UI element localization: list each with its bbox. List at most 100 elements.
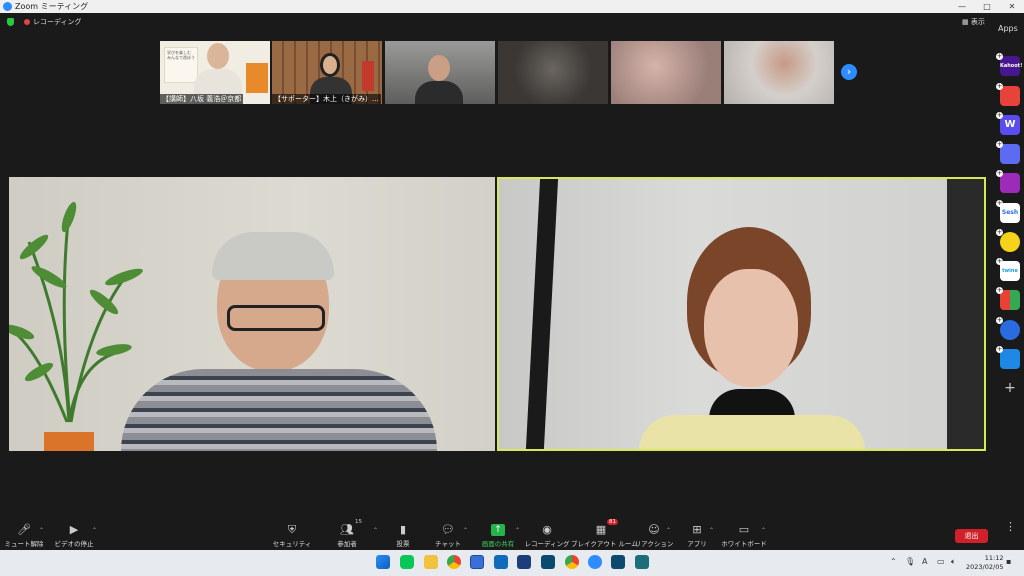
add-app-plus-icon[interactable]: + <box>996 258 1003 265</box>
security-label: セキュリティ <box>272 540 312 548</box>
recording-status[interactable]: レコーディング <box>33 17 82 27</box>
participants-count: 15 <box>355 519 362 525</box>
add-app-plus-icon[interactable]: + <box>996 170 1003 177</box>
tray-chevron-icon[interactable]: ⌃ <box>890 557 897 566</box>
taskbar-clock[interactable]: 11:12 2023/02/05 <box>966 554 1003 572</box>
video-options-chevron-icon[interactable]: ⌃ <box>92 527 97 534</box>
bar-chart-icon: ▮ <box>399 523 407 536</box>
terminal-app-icon[interactable] <box>541 555 555 569</box>
view-button[interactable]: ▦ 表示 <box>962 17 985 27</box>
app-twine-icon[interactable]: twine <box>1000 261 1020 281</box>
share-screen-icon: ↑ <box>491 524 505 536</box>
app-icon[interactable] <box>611 555 625 569</box>
breakout-grid-icon: ▦ <box>595 523 607 536</box>
os-taskbar: ⌃ 🎙︎ A ▭ 🔈︎ 11:12 2023/02/05 ▪ <box>0 550 1024 576</box>
blurred-video <box>724 41 834 104</box>
app-chat-icon[interactable] <box>1000 144 1020 164</box>
app-red-icon[interactable] <box>1000 86 1020 106</box>
stop-video-label: ビデオの停止 <box>54 540 94 548</box>
add-app-plus-icon[interactable]: + <box>996 83 1003 90</box>
breakout-badge: 81 <box>607 519 618 525</box>
record-label: レコーディング <box>524 540 570 548</box>
app-sesh-icon[interactable]: Sesh <box>1000 203 1020 223</box>
whiteboard-icon: ▭ <box>738 523 750 536</box>
app-video-icon[interactable] <box>1000 173 1020 193</box>
next-page-arrow-icon[interactable]: › <box>841 64 857 80</box>
participant-tile-blurred[interactable] <box>498 41 608 104</box>
main-video-right-active-speaker[interactable] <box>497 177 986 451</box>
whiteboard-chevron-icon[interactable]: ⌃ <box>761 527 766 534</box>
security-button[interactable]: ⛨ セキュリティ <box>262 518 322 549</box>
whiteboard-label: ホワイトボード <box>721 540 767 548</box>
background-object <box>246 63 268 93</box>
zoom-taskbar-icon[interactable] <box>588 555 602 569</box>
line-app-icon[interactable] <box>400 555 414 569</box>
add-app-plus-icon[interactable]: + <box>996 141 1003 148</box>
screen-edge-right <box>947 179 984 449</box>
add-app-plus-icon[interactable]: + <box>996 287 1003 294</box>
add-app-plus-icon[interactable]: + <box>996 200 1003 207</box>
microphone-tray-icon[interactable]: 🎙︎ <box>905 557 915 566</box>
participant-tile[interactable]: 学びを楽しむ みんなで遊ぼう 【講師】八坂 義浩＠京都 <box>160 41 270 104</box>
add-app-plus-icon[interactable]: + <box>996 112 1003 119</box>
record-icon: ◉ <box>542 523 552 536</box>
participant-tile-blurred[interactable] <box>724 41 834 104</box>
add-app-plus-icon[interactable]: + <box>996 229 1003 236</box>
ime-indicator[interactable]: A <box>922 557 927 566</box>
speaker-hair <box>212 232 334 280</box>
add-app-plus-icon[interactable]: + <box>996 53 1003 60</box>
windows-start-icon[interactable] <box>376 555 390 569</box>
recording-indicator-icon <box>24 19 30 25</box>
shield-icon: ⛨ <box>287 523 297 536</box>
app-sync-icon[interactable] <box>1000 320 1020 340</box>
outlook-icon[interactable] <box>494 555 508 569</box>
participant-face <box>207 43 229 69</box>
video-camera-icon: ▶ <box>69 523 79 536</box>
clock-date: 2023/02/05 <box>966 563 1004 571</box>
participant-face <box>320 53 340 77</box>
participant-name: 【講師】八坂 義浩＠京都 <box>160 94 244 104</box>
app-icon[interactable] <box>635 555 649 569</box>
window-title-bar: Zoom ミーティング — □ ✕ <box>0 0 1024 13</box>
participant-tile[interactable] <box>385 41 495 104</box>
more-options-icon[interactable]: ⋮ <box>1005 520 1016 533</box>
add-app-button[interactable]: + <box>1000 378 1020 398</box>
app-emoji-icon[interactable] <box>1000 232 1020 252</box>
leave-button[interactable]: 退出 <box>955 529 988 543</box>
app-flag-icon[interactable] <box>1000 349 1020 369</box>
participant-tile[interactable]: 【サポーター】木上（きがみ）... <box>272 41 382 104</box>
display-tray-icon[interactable]: ▭ <box>937 557 945 566</box>
app-grid-icon[interactable] <box>1000 290 1020 310</box>
notification-icon[interactable]: ▪ <box>1006 557 1011 566</box>
app-kahoot-icon[interactable]: Kahoot! <box>1000 56 1022 76</box>
participant-tile-blurred[interactable] <box>611 41 721 104</box>
participant-face <box>428 55 450 81</box>
app-icon[interactable] <box>517 555 531 569</box>
chrome-profile-icon[interactable] <box>565 555 579 569</box>
security-shield-icon[interactable] <box>7 18 14 26</box>
notes-app-icon[interactable] <box>470 555 484 569</box>
poster: 学びを楽しむ みんなで遊ぼう <box>164 47 198 83</box>
zoom-logo-icon <box>3 2 12 11</box>
main-video-left[interactable] <box>9 177 495 451</box>
apps-label: アプリ <box>687 540 707 548</box>
add-app-plus-icon[interactable]: + <box>996 346 1003 353</box>
maximize-button[interactable]: □ <box>975 0 999 13</box>
record-button[interactable]: ◉ レコーディング <box>517 518 577 549</box>
chrome-icon[interactable] <box>447 555 461 569</box>
participants-icon: 👥︎ <box>340 523 354 536</box>
meeting-toolbar: 🎤︎ ミュート解除 ⌃ ▶ ビデオの停止 ⌃ ⛨ セキュリティ 👥︎ 参加者 1… <box>0 518 1024 550</box>
participants-button[interactable]: 👥︎ 参加者 <box>317 518 377 549</box>
close-window-button[interactable]: ✕ <box>1000 0 1024 13</box>
add-app-plus-icon[interactable]: + <box>996 317 1003 324</box>
participant-body <box>415 81 463 104</box>
volume-icon[interactable]: 🔈︎ <box>951 557 956 567</box>
blurred-video <box>611 41 721 104</box>
app-w-icon[interactable]: W <box>1000 115 1020 135</box>
smile-icon: ☺ <box>648 523 660 536</box>
minimize-button[interactable]: — <box>950 0 974 13</box>
breakout-rooms-button[interactable]: ▦ ブレイクアウト ルーム <box>571 518 638 549</box>
polls-label: 投票 <box>396 540 410 548</box>
file-explorer-icon[interactable] <box>424 555 438 569</box>
speaker-glasses <box>227 305 325 331</box>
